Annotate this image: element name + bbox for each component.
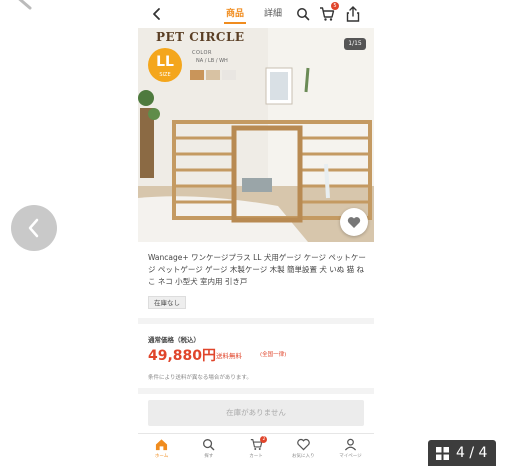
- price-value: 49,880円: [148, 348, 217, 364]
- nav-label-search: 探す: [204, 454, 214, 459]
- swatch-white: [222, 70, 236, 80]
- nav-label-favorites: お気に入り: [291, 454, 315, 459]
- color-values: NA / LB / WH: [196, 58, 228, 64]
- tab-detail[interactable]: 詳細: [264, 6, 282, 19]
- top-bar: 商品 詳細 5: [138, 0, 374, 28]
- gallery-counter[interactable]: 4 / 4: [428, 440, 496, 466]
- nav-item-cart[interactable]: 2 カート: [232, 434, 279, 466]
- back-icon[interactable]: [150, 7, 164, 21]
- phone-screenshot: 商品 詳細 5 1/15 PET CIRCLE LL SIZE COLOR NA…: [138, 0, 374, 466]
- color-label: COLOR: [192, 50, 212, 56]
- cart-badge: 5: [331, 2, 339, 10]
- home-icon: [156, 439, 168, 451]
- tab-underline: [224, 22, 246, 24]
- swatch-natural: [190, 70, 204, 80]
- fee-note: 条件により送料が異なる場合があります。: [148, 375, 252, 381]
- size-badge: LL SIZE: [148, 48, 182, 82]
- nav-item-home[interactable]: ホーム: [138, 434, 185, 466]
- brand-title: PET CIRCLE: [156, 30, 245, 44]
- cart-badge: 2: [260, 436, 268, 443]
- stock-tag: 在庫なし: [148, 296, 186, 309]
- share-icon[interactable]: [346, 6, 360, 22]
- nav-label-home: ホーム: [154, 454, 169, 459]
- swatch-light-brown: [206, 70, 220, 80]
- grid-icon: [436, 446, 449, 460]
- user-icon: [344, 438, 356, 451]
- nav-label-mypage: マイページ: [339, 454, 362, 459]
- shipping-label: 送料無料: [216, 352, 242, 360]
- image-counter: 1/15: [344, 38, 366, 50]
- product-title: Wancage+ ワンケージプラス LL 犬用ゲージ ケージ ペットケージ ペッ…: [148, 253, 366, 286]
- chevron-left-icon: [28, 218, 39, 238]
- heart-icon: [296, 438, 310, 451]
- size-badge-sub: SIZE: [159, 72, 171, 78]
- search-icon[interactable]: [296, 7, 310, 21]
- bottom-nav: ホーム 探す 2 カート お気に入り マイページ: [138, 433, 374, 466]
- price-label: 通常価格（税込）: [148, 336, 200, 344]
- favorite-button[interactable]: [340, 208, 368, 236]
- gallery-count: 4 / 4: [456, 445, 488, 461]
- size-badge-value: LL: [156, 54, 174, 70]
- gallery-prev-button[interactable]: [11, 205, 57, 251]
- nav-label-cart: カート: [249, 454, 263, 459]
- search-icon: [203, 439, 215, 451]
- heart-icon: [347, 216, 361, 228]
- section-divider: [138, 388, 374, 394]
- color-swatches: [190, 70, 236, 80]
- nav-item-mypage[interactable]: マイページ: [327, 434, 374, 466]
- tab-product[interactable]: 商品: [226, 6, 244, 19]
- section-divider: [138, 318, 374, 324]
- nav-item-favorites[interactable]: お気に入り: [280, 434, 327, 466]
- out-of-stock-button[interactable]: 在庫がありません: [148, 400, 364, 426]
- nav-item-search[interactable]: 探す: [185, 434, 232, 466]
- top-arrow-icon[interactable]: [12, 0, 34, 16]
- shipping-note: (全国一律): [260, 352, 287, 358]
